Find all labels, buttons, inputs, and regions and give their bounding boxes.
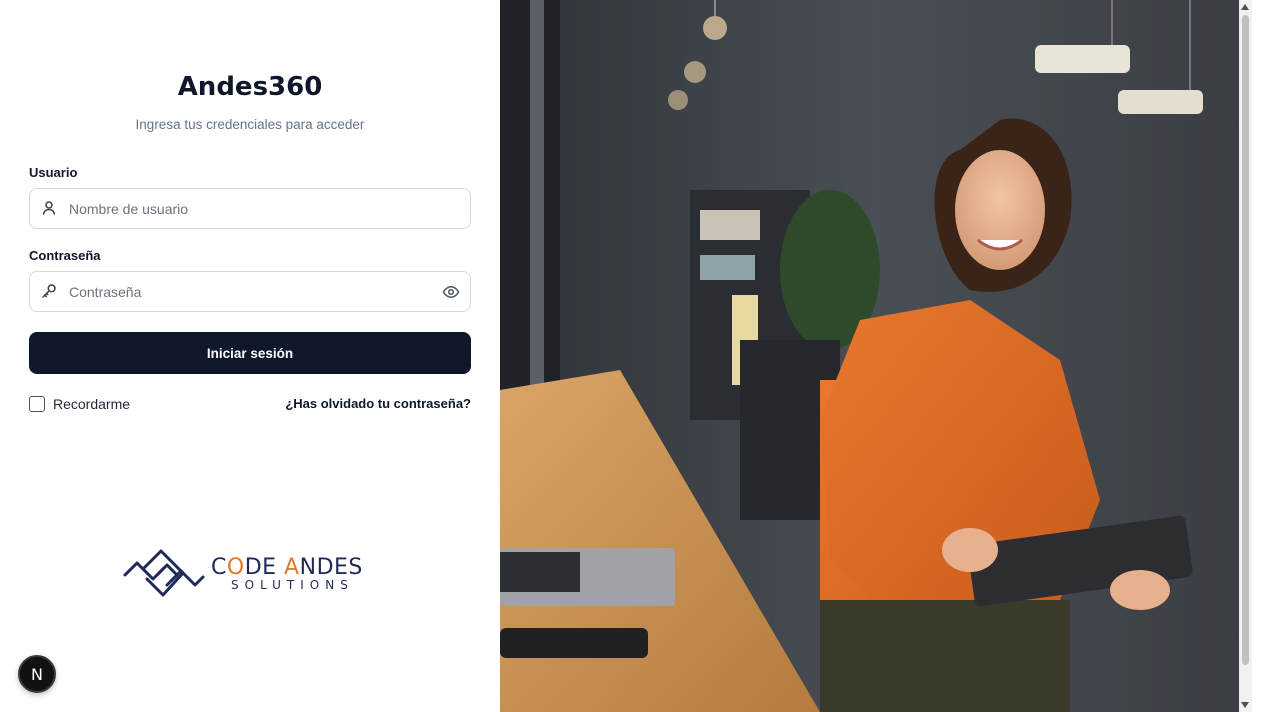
- mountain-logo-icon: [123, 549, 205, 597]
- brand-logo: CODE ANDES SOLUTIONS: [123, 545, 383, 605]
- app-subtitle: Ingresa tus credenciales para acceder: [135, 117, 365, 132]
- remember-me-toggle[interactable]: Recordarme: [29, 395, 130, 413]
- eye-icon[interactable]: [442, 283, 460, 301]
- username-label: Usuario: [29, 165, 78, 180]
- password-input[interactable]: [69, 272, 439, 311]
- page-scrollbar[interactable]: [1239, 0, 1252, 712]
- login-button[interactable]: Iniciar sesión: [29, 332, 471, 374]
- key-icon: [42, 284, 56, 298]
- password-field[interactable]: [29, 271, 471, 312]
- brand-name: CODE ANDES: [211, 555, 363, 580]
- username-field[interactable]: [29, 188, 471, 229]
- scroll-down-icon[interactable]: [1241, 702, 1249, 708]
- username-input[interactable]: [69, 189, 439, 228]
- brand-tagline: SOLUTIONS: [231, 578, 354, 592]
- scroll-up-icon[interactable]: [1241, 4, 1249, 10]
- password-label: Contraseña: [29, 248, 101, 263]
- hero-photo: [500, 0, 1252, 712]
- remember-label: Recordarme: [53, 396, 131, 412]
- forgot-password-link[interactable]: ¿Has olvidado tu contraseña?: [285, 396, 471, 411]
- dev-tools-badge[interactable]: N: [18, 655, 56, 693]
- user-icon: [43, 201, 55, 215]
- app-title: Andes360: [177, 72, 323, 102]
- login-panel: Andes360 Ingresa tus credenciales para a…: [0, 0, 500, 712]
- scroll-thumb[interactable]: [1242, 15, 1249, 665]
- remember-checkbox[interactable]: [29, 396, 45, 412]
- hero-image: [500, 0, 1252, 712]
